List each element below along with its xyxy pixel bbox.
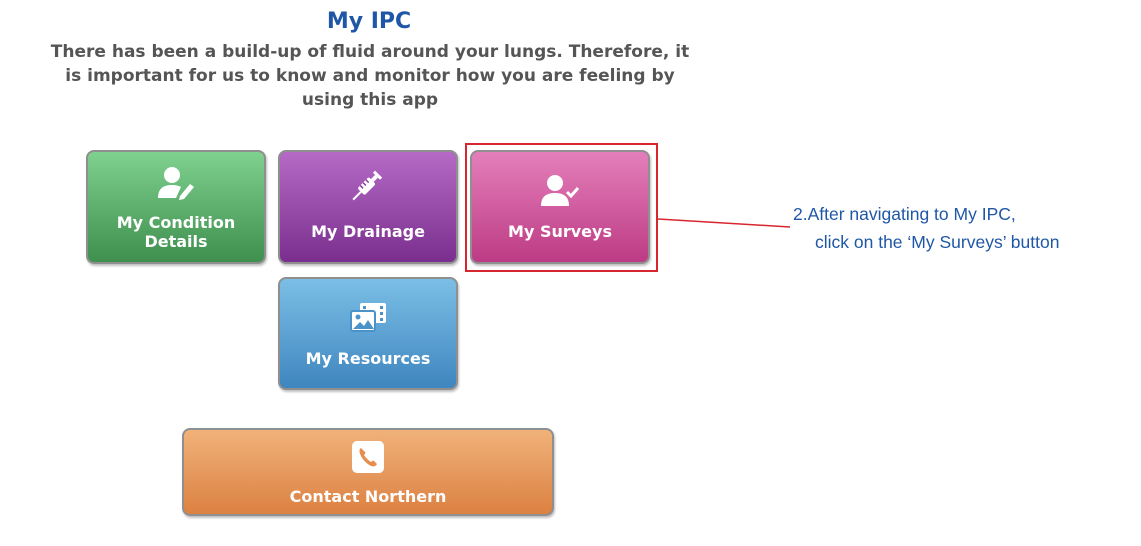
tile-label: My Drainage <box>311 222 425 241</box>
tile-label: Contact Northern <box>289 487 447 506</box>
user-edit-icon <box>88 166 264 200</box>
tile-label: My Condition Details <box>116 213 236 251</box>
user-check-icon <box>472 174 648 208</box>
annotation-line-1: 2.After navigating to My IPC, <box>793 204 1016 224</box>
contact-northern-button[interactable]: Contact Northern <box>182 428 554 516</box>
phone-icon <box>184 440 552 474</box>
syringe-icon <box>280 170 456 208</box>
annotation-callout: 2.After navigating to My IPC, click on t… <box>793 200 1138 256</box>
my-resources-button[interactable]: My Resources <box>278 277 458 390</box>
page-title: My IPC <box>326 9 412 34</box>
my-drainage-button[interactable]: My Drainage <box>278 150 458 264</box>
intro-text: There has been a build-up of fluid aroun… <box>50 42 690 110</box>
annotation-line-2: click on the ‘My Surveys’ button <box>815 232 1060 252</box>
photo-film-icon <box>280 301 456 335</box>
tile-label: My Surveys <box>508 222 612 241</box>
my-surveys-button[interactable]: My Surveys <box>470 150 650 264</box>
my-condition-details-button[interactable]: My Condition Details <box>86 150 266 264</box>
tile-label: My Resources <box>305 349 431 368</box>
